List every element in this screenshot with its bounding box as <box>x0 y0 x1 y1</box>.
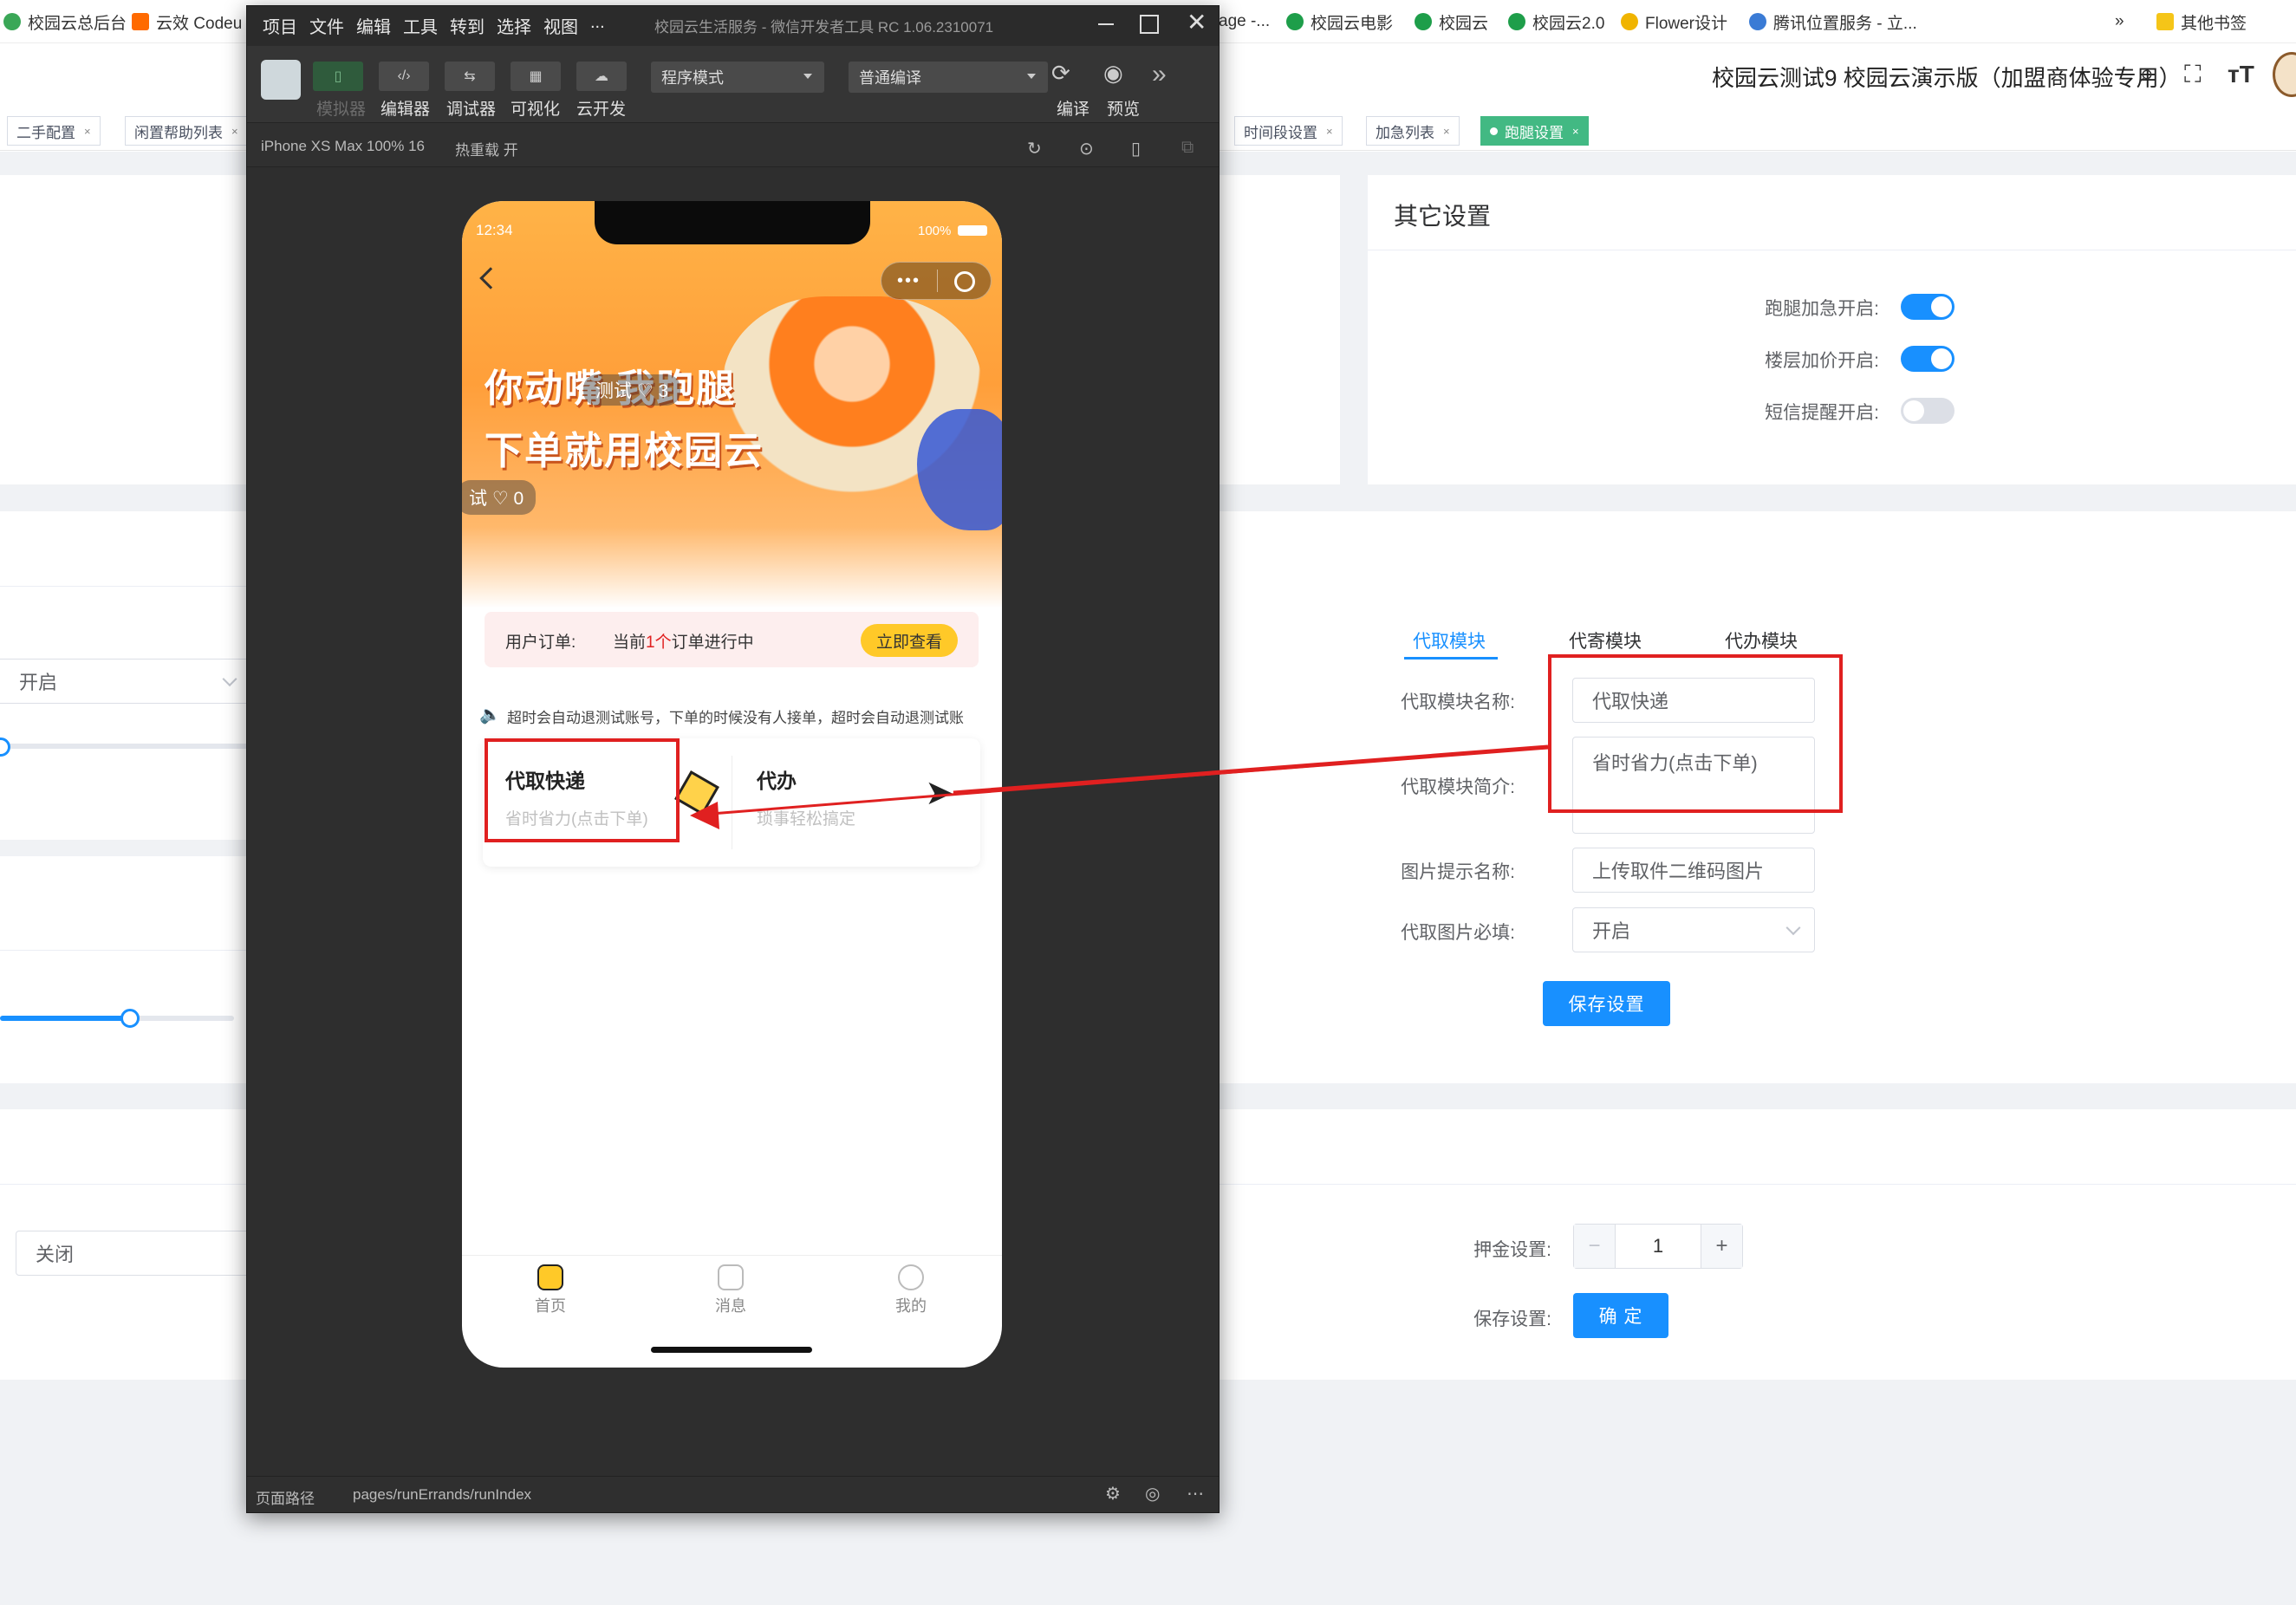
annotation-arrow <box>690 744 1549 829</box>
annotation-arrowhead <box>690 802 719 829</box>
annotation-arrow-line-thick <box>953 744 1549 796</box>
